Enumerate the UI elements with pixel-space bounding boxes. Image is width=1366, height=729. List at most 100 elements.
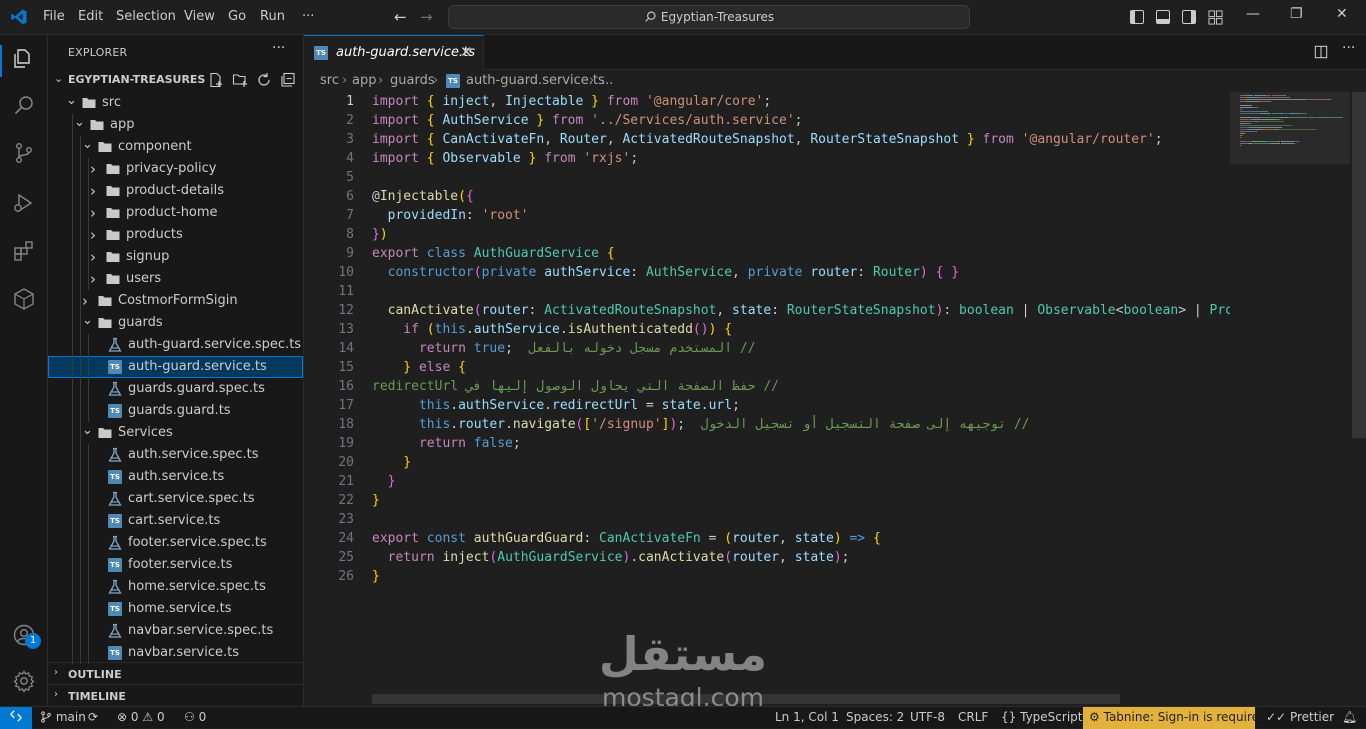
encoding-status[interactable]: UTF-8 [910,710,945,724]
split-editor-icon[interactable] [1314,45,1328,59]
tree-file[interactable]: TS home.service.ts [48,598,303,620]
menu-view[interactable]: View [184,9,215,24]
chevron-down-icon: ⌄ [82,137,93,152]
menu-go[interactable]: Go [228,9,246,24]
notifications-bell-icon[interactable]: 🔔︎ [1342,710,1357,724]
ports-status[interactable]: ⚇ 0 [184,710,206,724]
minimap-slider[interactable] [1230,92,1350,164]
indentation-status[interactable]: Spaces: 2 [846,710,904,724]
outline-section[interactable]: › OUTLINE [48,662,303,684]
project-header[interactable]: ⌄ EGYPTIAN-TREASURES [48,69,303,91]
tree-folder[interactable]: › privacy-policy [48,158,303,180]
prettier-status[interactable]: ✓✓ Prettier [1266,710,1334,724]
command-center-search[interactable]: Egyptian-Treasures [448,5,970,29]
code-token: > [1178,303,1194,318]
breadcrumb-file[interactable]: auth-guard.service.ts [466,73,605,88]
line-number: 13 [338,322,354,337]
back-arrow-icon[interactable]: ← [394,8,407,26]
code-area[interactable]: import { inject, Injectable } from '@ang… [372,92,1230,586]
code-line: constructor(private authService: AuthSer… [372,263,1230,282]
tree-folder[interactable]: › product-home [48,202,303,224]
restore-button[interactable]: ❐ [1290,6,1303,22]
tree-file[interactable]: home.service.spec.ts [48,576,303,598]
breadcrumb-guards[interactable]: guards [390,73,435,88]
language-status[interactable]: {} TypeScript [1001,710,1082,724]
problems-status[interactable]: ⊗ 0 ⚠ 0 [117,710,165,724]
settings-gear-icon[interactable] [12,669,36,693]
eol-status[interactable]: CRLF [958,710,988,724]
tabnine-status[interactable]: ⚙ Tabnine: Sign-in is required [1083,707,1267,729]
menu-edit[interactable]: Edit [78,9,103,24]
breadcrumb-src[interactable]: src [320,73,339,88]
tree-file[interactable]: TS auth.service.ts [48,466,303,488]
explorer-more-button[interactable]: ··· [272,40,285,56]
tree-file[interactable]: TS cart.service.ts [48,510,303,532]
tree-folder[interactable]: › CostmorFormSigin [48,290,303,312]
close-button[interactable]: ✕ [1336,6,1348,22]
typescript-file-icon: TS [108,602,122,616]
minimap[interactable] [1230,92,1354,706]
tree-folder[interactable]: ⌄ app [48,114,303,136]
extensions-icon[interactable] [12,239,36,263]
new-file-icon[interactable] [208,72,224,88]
vertical-scrollbar[interactable] [1352,92,1366,438]
timeline-section[interactable]: › TIMELINE [48,684,303,706]
source-control-icon[interactable] [12,141,36,165]
tree-item-label: navbar.service.spec.ts [128,623,274,638]
breadcrumb-app[interactable]: app [352,73,376,88]
branch-name: main [55,710,86,724]
tree-file[interactable]: TS footer.service.ts [48,554,303,576]
cursor-position[interactable]: Ln 1, Col 1 [775,710,839,724]
tree-folder[interactable]: ⌄ guards [48,312,303,334]
tree-file[interactable]: footer.service.spec.ts [48,532,303,554]
code-editor[interactable]: 1 2 3 4 5 6 7 8 9 10 11 12 13 14 15 16 17 18 19 20 21 22 23 24 2… [304,92,1366,706]
menu-file[interactable]: File [43,9,65,24]
toggle-secondary-sidebar-icon[interactable] [1182,10,1196,24]
new-folder-icon[interactable] [232,72,248,88]
tree-file[interactable]: auth.service.spec.ts [48,444,303,466]
menu-more[interactable]: ··· [302,9,314,24]
breadcrumb-symbol[interactable]: ... [601,73,613,88]
editor-more-button[interactable]: ··· [1342,40,1355,56]
tree-folder[interactable]: › users [48,268,303,290]
remote-explorer-icon[interactable] [12,287,36,311]
search-icon[interactable] [12,93,36,117]
tree-file[interactable]: navbar.service.spec.ts [48,620,303,642]
customize-layout-icon[interactable] [1208,10,1223,25]
tree-folder[interactable]: ⌄ component [48,136,303,158]
tree-folder[interactable]: ⌄ src [48,92,303,114]
menu-run[interactable]: Run [260,9,285,24]
tab-close-icon[interactable]: ✕ [460,43,473,61]
menu-selection[interactable]: Selection [116,9,176,24]
tree-file[interactable]: TS auth-guard.service.ts [48,356,303,378]
run-and-debug-icon[interactable] [12,191,36,215]
vscode-logo-icon[interactable] [10,8,28,26]
collapse-all-icon[interactable] [280,72,296,88]
tree-folder[interactable]: › product-details [48,180,303,202]
tree-folder[interactable]: › signup [48,246,303,268]
indent-guide [80,554,81,576]
tree-file[interactable]: TS navbar.service.ts [48,642,303,664]
minimize-button[interactable]: — [1246,6,1260,22]
code-token: : [771,303,787,318]
remote-indicator[interactable] [0,707,32,729]
branch-status[interactable]: main [40,710,86,724]
tree-folder[interactable]: › products [48,224,303,246]
editor-tab[interactable]: TS auth-guard.service.ts ✕ [304,35,484,70]
tree-file[interactable]: guards.guard.spec.ts [48,378,303,400]
code-token: } [959,132,975,147]
tree-file[interactable]: auth-guard.service.spec.ts [48,334,303,356]
sync-icon[interactable]: ⟳ [88,710,98,724]
tree-folder[interactable]: ⌄ Services [48,422,303,444]
minimap-token [1285,95,1286,96]
code-token: , [606,132,623,147]
code-token: url [708,398,733,413]
refresh-icon[interactable] [256,72,272,88]
tree-file[interactable]: TS guards.guard.ts [48,400,303,422]
toggle-primary-sidebar-icon[interactable] [1130,10,1144,24]
tree-file[interactable]: cart.service.spec.ts [48,488,303,510]
forward-arrow-icon[interactable]: → [420,8,433,26]
explorer-icon[interactable] [12,47,36,71]
code-token: '@angular/router' [1021,132,1155,147]
toggle-panel-icon[interactable] [1156,10,1170,24]
